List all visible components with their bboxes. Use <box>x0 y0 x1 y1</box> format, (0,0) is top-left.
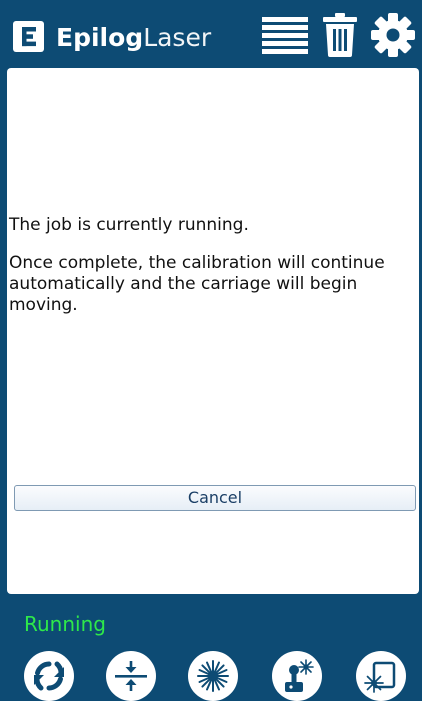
brand-logo: EpilogLaser <box>56 21 211 55</box>
brand-name-bold: Epilog <box>56 23 144 52</box>
message-line-1: The job is currently running. <box>9 215 249 235</box>
laser-button[interactable] <box>188 651 238 701</box>
laser-frame-button[interactable] <box>356 651 406 701</box>
trash-icon[interactable] <box>323 13 357 57</box>
app-header: EpilogLaser <box>0 0 422 68</box>
cancel-button[interactable]: Cancel <box>14 485 416 511</box>
job-list-icon[interactable] <box>262 14 308 56</box>
focus-button[interactable] <box>106 651 156 701</box>
refresh-button[interactable] <box>24 651 74 701</box>
focus-icon <box>113 658 149 694</box>
laser-frame-icon <box>363 658 399 694</box>
logo-mark-icon <box>13 21 44 52</box>
joystick-laser-button[interactable] <box>272 651 322 701</box>
settings-gear-icon[interactable] <box>371 13 415 57</box>
status-message: The job is currently running. Once compl… <box>9 215 415 316</box>
machine-status-label: Running <box>24 612 106 636</box>
laser-icon <box>195 658 231 694</box>
dialog-panel: The job is currently running. Once compl… <box>7 68 419 594</box>
brand-name-light: Laser <box>143 23 212 52</box>
refresh-icon <box>31 658 67 694</box>
joystick-laser-icon <box>279 658 315 694</box>
message-line-2: Once complete, the calibration will cont… <box>9 253 385 315</box>
